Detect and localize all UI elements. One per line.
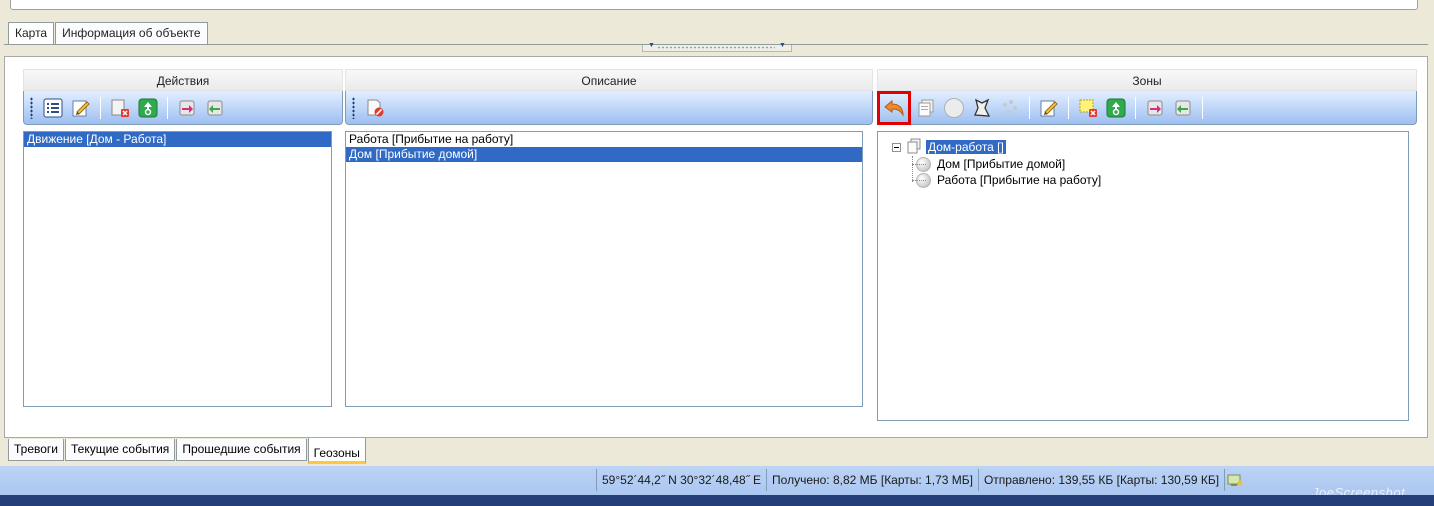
tab-geozones[interactable]: Геозоны: [307, 438, 366, 464]
tab-alarms[interactable]: Тревоги: [8, 439, 64, 461]
status-bar: 59°52´44,2˝ N 30°32´48,48˝ E Получено: 8…: [0, 466, 1434, 506]
status-coordinates: 59°52´44,2˝ N 30°32´48,48˝ E: [596, 469, 766, 491]
list-item[interactable]: Дом [Прибытие домой]: [346, 147, 862, 162]
list-item[interactable]: Работа [Прибытие на работу]: [346, 132, 862, 147]
splitter-grip[interactable]: ▼ ▼: [642, 42, 792, 52]
undo-icon[interactable]: [877, 90, 911, 125]
zones-toolbar: [877, 90, 1417, 125]
tab-current-events[interactable]: Текущие события: [65, 439, 176, 461]
connection-icon: [1224, 469, 1244, 491]
bottom-tabs: Тревоги Текущие события Прошедшие событи…: [8, 438, 367, 464]
splitter-arrow-right-icon: ▼: [779, 42, 786, 49]
polygon-icon[interactable]: [969, 95, 995, 121]
zones-tree[interactable]: Дом-работа [] Дом [Прибытие домой] Работ…: [877, 131, 1409, 421]
circle-icon[interactable]: [941, 95, 967, 121]
status-bar-edge: [0, 495, 1434, 506]
collapse-icon[interactable]: [892, 142, 901, 152]
geozones-panel: Действия Движение [Дом - Работа] Описани…: [4, 56, 1428, 438]
description-column: Описание Работа [Прибытие на работу] Дом…: [345, 69, 873, 407]
toolbar-separator: [1202, 96, 1203, 119]
status-fields: 59°52´44,2˝ N 30°32´48,48˝ E Получено: 8…: [596, 469, 1244, 491]
edit-icon[interactable]: [68, 95, 94, 121]
description-header: Описание: [345, 69, 873, 91]
toolbar-grip[interactable]: [30, 96, 33, 119]
tree-node[interactable]: Работа [Прибытие на работу]: [892, 172, 1408, 188]
tab-past-events[interactable]: Прошедшие события: [176, 439, 307, 461]
toolbar-separator: [100, 96, 101, 119]
recycle-icon[interactable]: [135, 95, 161, 121]
zone-group-icon: [906, 138, 922, 157]
tree-line: [912, 164, 926, 165]
edit-icon[interactable]: [1036, 95, 1062, 121]
status-sent: Отправлено: 139,55 КБ [Карты: 130,59 КБ]: [977, 469, 1224, 491]
tree-line: [912, 180, 926, 181]
export-icon[interactable]: [202, 95, 228, 121]
zones-header: Зоны: [877, 69, 1417, 91]
toolbar-grip[interactable]: [352, 96, 355, 119]
tree-node[interactable]: Дом [Прибытие домой]: [892, 156, 1408, 172]
toolbar-separator: [1029, 96, 1030, 119]
status-received: Получено: 8,82 МБ [Карты: 1,73 МБ]: [766, 469, 978, 491]
description-list[interactable]: Работа [Прибытие на работу] Дом [Прибыти…: [345, 131, 863, 407]
actions-header: Действия: [23, 69, 343, 91]
tree-node-root[interactable]: Дом-работа []: [892, 138, 1408, 156]
list-icon[interactable]: [40, 95, 66, 121]
tab-map[interactable]: Карта: [8, 22, 55, 45]
top-tabs: Карта Информация об объекте: [8, 22, 209, 45]
delete-document-icon[interactable]: [362, 95, 388, 121]
splitter-dots: [657, 46, 775, 49]
recycle-icon[interactable]: [1103, 95, 1129, 121]
tree-node-label: Дом [Прибытие домой]: [937, 157, 1066, 171]
delete-page-icon[interactable]: [107, 95, 133, 121]
export-icon[interactable]: [1170, 95, 1196, 121]
tree-root-label[interactable]: Дом-работа []: [926, 140, 1006, 154]
import-icon[interactable]: [174, 95, 200, 121]
delete-zone-icon[interactable]: [1075, 95, 1101, 121]
toolbar-separator: [167, 96, 168, 119]
splitter-arrow-left-icon: ▼: [648, 42, 655, 49]
points-icon[interactable]: [997, 95, 1023, 121]
top-frame: [10, 0, 1418, 10]
toolbar-separator: [1135, 96, 1136, 119]
tree-node-label: Работа [Прибытие на работу]: [937, 173, 1102, 187]
actions-list[interactable]: Движение [Дом - Работа]: [23, 131, 332, 407]
toolbar-separator: [1068, 96, 1069, 119]
copy-icon[interactable]: [913, 95, 939, 121]
list-item[interactable]: Движение [Дом - Работа]: [24, 132, 331, 147]
actions-toolbar: [23, 91, 343, 125]
description-toolbar: [345, 91, 873, 125]
actions-column: Действия Движение [Дом - Работа]: [23, 69, 343, 407]
import-icon[interactable]: [1142, 95, 1168, 121]
zones-column: Зоны Дом-работа [] Дом [Прибытие домой] …: [877, 69, 1417, 421]
tab-object-info[interactable]: Информация об объекте: [55, 22, 208, 44]
